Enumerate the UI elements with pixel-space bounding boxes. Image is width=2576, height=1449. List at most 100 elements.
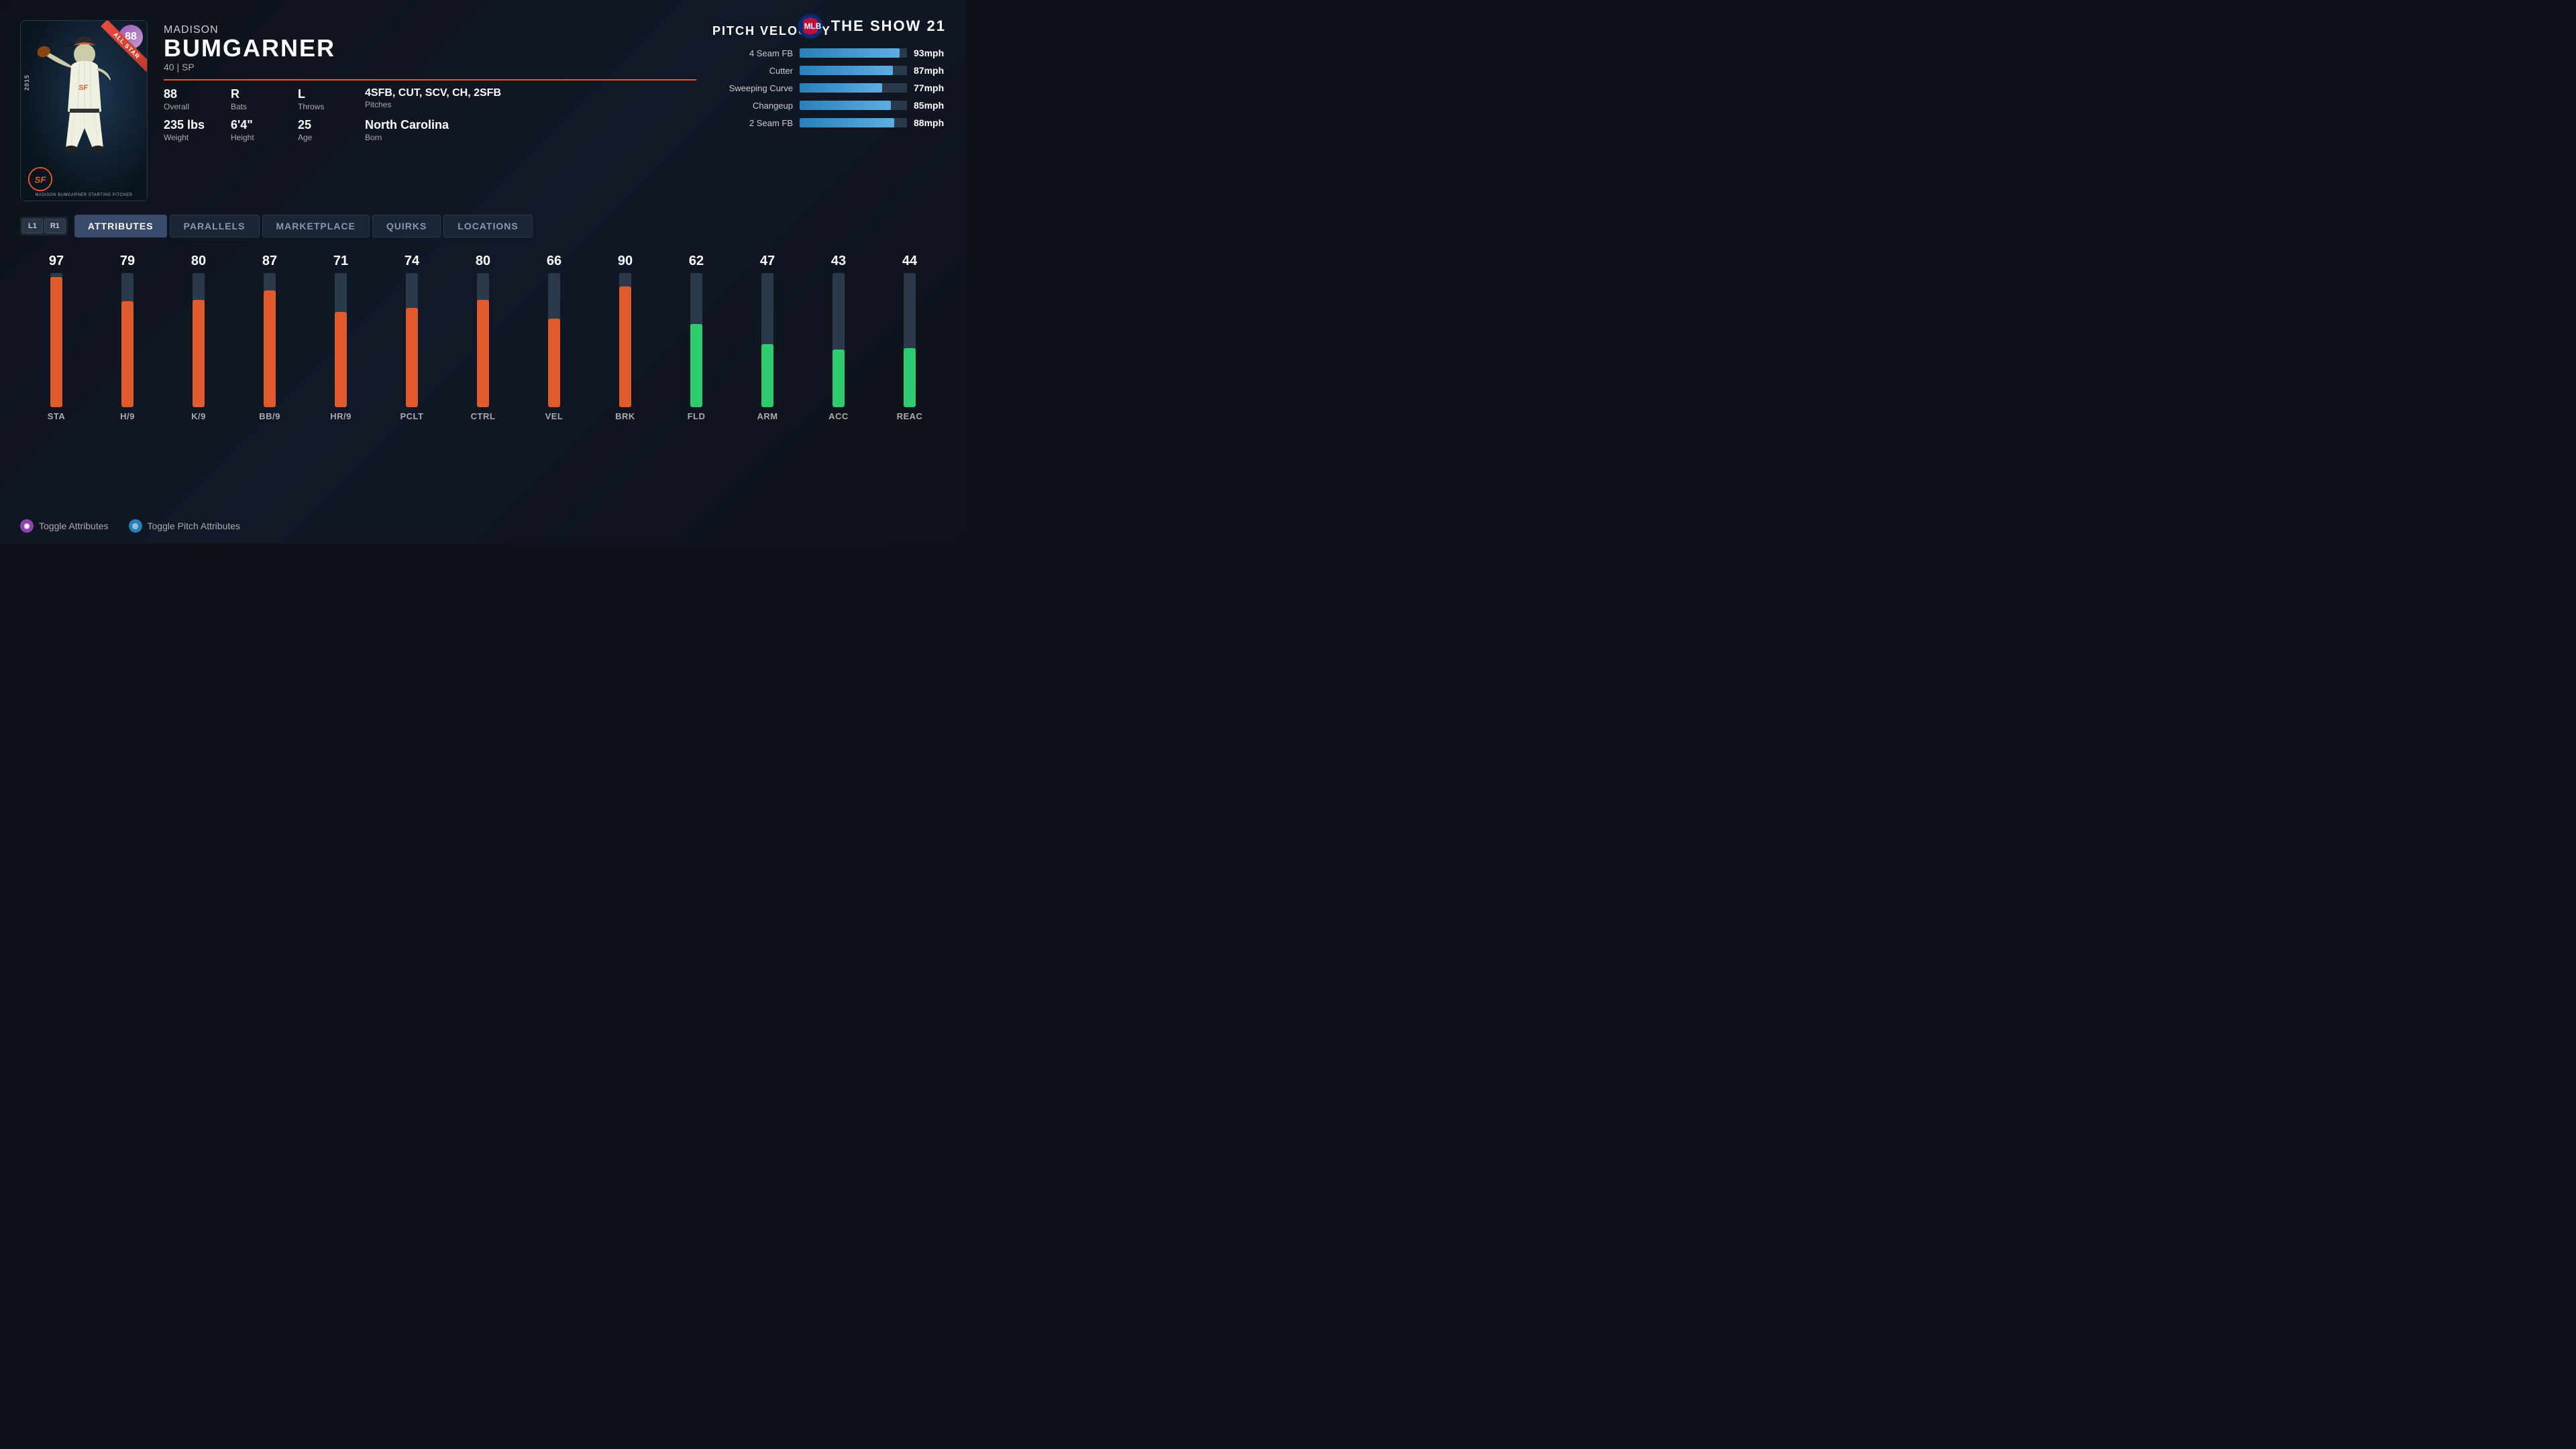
pitch-bar xyxy=(800,83,907,93)
pitch-name: 4 Seam FB xyxy=(712,48,793,58)
pitch-bar xyxy=(800,101,907,110)
attr-arm: 47 ARM xyxy=(738,254,797,421)
stat-height: 6'4" Height xyxy=(231,118,298,142)
attr-bar xyxy=(619,273,631,407)
tab-marketplace[interactable]: MARKETPLACE xyxy=(262,215,370,237)
svg-text:SF: SF xyxy=(78,84,88,92)
attr-bar xyxy=(477,273,489,407)
divider xyxy=(164,79,696,80)
player-last-name: BUMGARNER xyxy=(164,36,696,60)
pitch-name: Cutter xyxy=(712,66,793,76)
attr-bar-fill xyxy=(477,300,489,407)
pitch-bar xyxy=(800,48,907,58)
attr-label: BB/9 xyxy=(259,411,280,421)
attr-hr/9: 71 HR/9 xyxy=(311,254,370,421)
attr-sta: 97 STA xyxy=(27,254,86,421)
attr-acc: 43 ACC xyxy=(809,254,868,421)
player-section: 88 ALL STAR 2015 SF xyxy=(20,13,946,201)
tabs-section: L1 R1 ATTRIBUTESPARALLELSMARKETPLACEQUIR… xyxy=(20,215,946,237)
player-card: 88 ALL STAR 2015 SF xyxy=(20,20,148,201)
throws-label: Throws xyxy=(298,102,365,111)
attr-bar-fill xyxy=(264,290,276,407)
tab-attributes[interactable]: ATTRIBUTES xyxy=(74,215,167,237)
attr-bar xyxy=(690,273,702,407)
pitch-bar-fill xyxy=(800,48,900,58)
pitch-speed: 93mph xyxy=(914,48,946,58)
attr-value: 90 xyxy=(618,254,633,269)
attr-bar-fill xyxy=(193,300,205,407)
attr-bar-fill xyxy=(548,319,560,407)
overall-value: 88 xyxy=(164,87,231,101)
attr-bar-fill xyxy=(121,301,133,407)
pitch-row: 2 Seam FB 88mph xyxy=(712,117,946,128)
stat-born: North Carolina Born xyxy=(365,118,696,142)
tab-locations[interactable]: LOCATIONS xyxy=(443,215,532,237)
pitch-row: Cutter 87mph xyxy=(712,65,946,76)
attr-value: 44 xyxy=(902,254,917,269)
attr-bar-fill xyxy=(761,344,773,407)
attr-label: FLD xyxy=(688,411,706,421)
attr-bar xyxy=(548,273,560,407)
pitch-name: Sweeping Curve xyxy=(712,83,793,93)
attr-reac: 44 REAC xyxy=(880,254,939,421)
stat-age: 25 Age xyxy=(298,118,365,142)
attr-fld: 62 FLD xyxy=(667,254,726,421)
pitch-bar-fill xyxy=(800,118,894,127)
toggle-pitch-icon: ◎ xyxy=(129,519,142,533)
pitch-speed: 77mph xyxy=(914,83,946,93)
card-player-name: MADISON BUMGARNER STARTING PITCHER xyxy=(35,193,132,197)
attr-bar-fill xyxy=(690,324,702,407)
attr-value: 79 xyxy=(120,254,135,269)
stat-pitches: 4SFB, CUT, SCV, CH, 2SFB Pitches xyxy=(365,87,696,111)
stat-weight: 235 lbs Weight xyxy=(164,118,231,142)
attr-label: CTRL xyxy=(471,411,496,421)
overall-label: Overall xyxy=(164,102,231,111)
pitch-speed: 88mph xyxy=(914,117,946,128)
pitch-bar-fill xyxy=(800,101,891,110)
attr-bar-fill xyxy=(406,308,418,407)
tab-quirks[interactable]: QUIRKS xyxy=(372,215,441,237)
pitch-list: 4 Seam FB 93mph Cutter 87mph Sweeping Cu… xyxy=(712,48,946,128)
tab-parallels[interactable]: PARALLELS xyxy=(170,215,260,237)
attr-ctrl: 80 CTRL xyxy=(453,254,513,421)
attr-bar xyxy=(264,273,276,407)
attr-bar-fill xyxy=(833,350,845,407)
attr-label: VEL xyxy=(545,411,564,421)
attr-bar xyxy=(833,273,845,407)
stats-grid: 88 Overall R Bats L Throws 4SFB, CUT, SC… xyxy=(164,87,696,142)
pitch-bar xyxy=(800,66,907,75)
pitch-row: Changeup 85mph xyxy=(712,100,946,111)
game-logo: MLB THE SHOW 21 xyxy=(796,12,946,40)
pitches-label: Pitches xyxy=(365,100,696,109)
height-value: 6'4" xyxy=(231,118,298,132)
pitch-name: Changeup xyxy=(712,101,793,111)
attr-value: 43 xyxy=(831,254,846,269)
r1-button[interactable]: R1 xyxy=(44,219,66,233)
attr-h/9: 79 H/9 xyxy=(98,254,157,421)
attr-value: 80 xyxy=(476,254,490,269)
born-label: Born xyxy=(365,133,696,142)
player-info: MADISON BUMGARNER 40 | SP 88 Overall R B… xyxy=(164,20,696,142)
attr-bb/9: 87 BB/9 xyxy=(240,254,299,421)
attr-label: BRK xyxy=(615,411,635,421)
attr-bar-fill xyxy=(619,286,631,407)
attr-bar xyxy=(193,273,205,407)
attr-brk: 90 BRK xyxy=(596,254,655,421)
attr-value: 80 xyxy=(191,254,206,269)
height-label: Height xyxy=(231,133,298,142)
pitch-bar xyxy=(800,118,907,127)
l1-button[interactable]: L1 xyxy=(22,219,43,233)
player-position: 40 | SP xyxy=(164,62,696,72)
attr-pclt: 74 PCLT xyxy=(382,254,441,421)
footer: ◉ Toggle Attributes ◎ Toggle Pitch Attri… xyxy=(20,519,240,533)
attr-label: ARM xyxy=(757,411,777,421)
attr-value: 87 xyxy=(262,254,277,269)
pitch-bar-fill xyxy=(800,66,893,75)
age-value: 25 xyxy=(298,118,365,132)
svg-text:MLB: MLB xyxy=(804,22,821,31)
pitch-name: 2 Seam FB xyxy=(712,118,793,128)
tab-bar: ATTRIBUTESPARALLELSMARKETPLACEQUIRKSLOCA… xyxy=(74,215,533,237)
weight-value: 235 lbs xyxy=(164,118,231,132)
attr-bar-fill xyxy=(50,277,62,407)
attr-bar xyxy=(761,273,773,407)
